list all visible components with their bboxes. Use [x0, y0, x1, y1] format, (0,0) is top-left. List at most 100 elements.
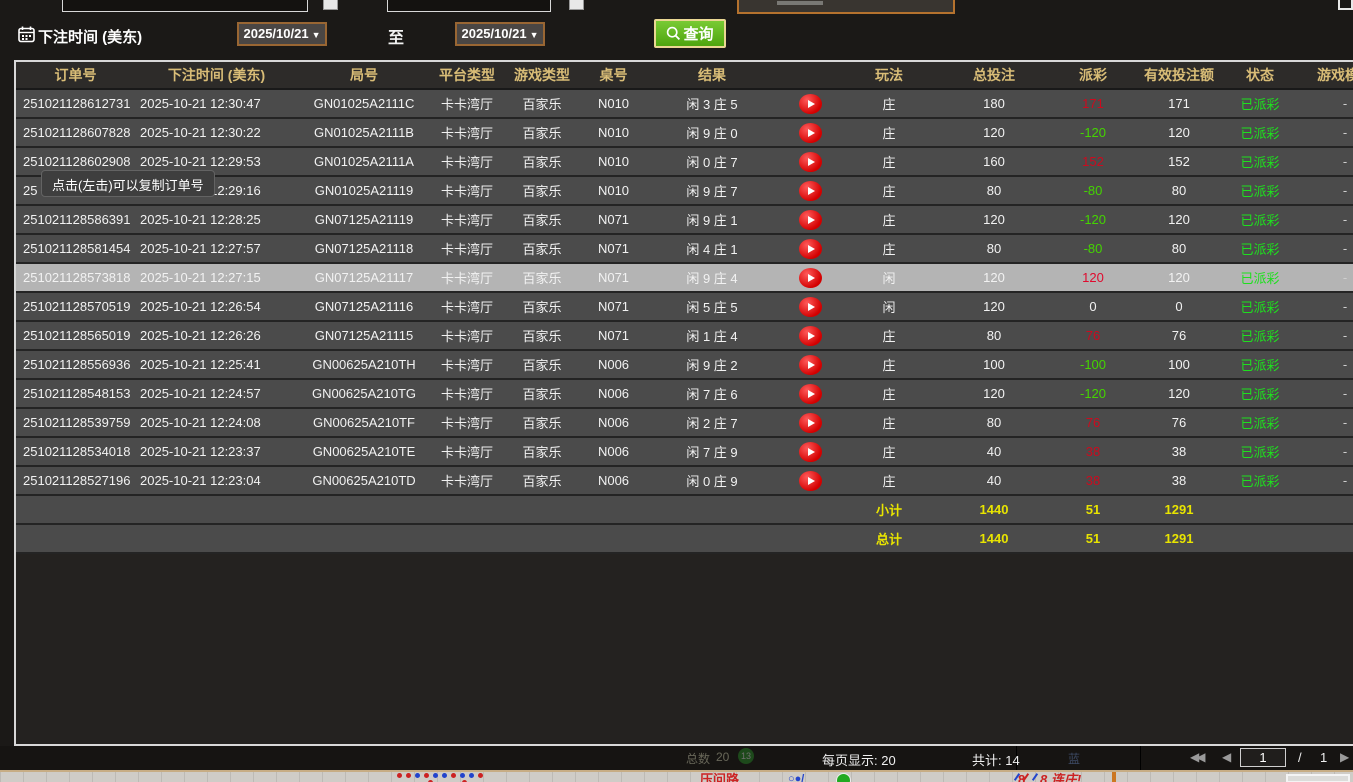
payout-cell: -80	[1053, 183, 1133, 198]
table-no-cell: N010	[580, 125, 647, 140]
order-cell[interactable]: 251021128527196	[16, 473, 135, 488]
platform-cell: 卡卡湾厅	[430, 442, 504, 461]
order-cell[interactable]: 251021128581454	[16, 241, 135, 256]
table-row[interactable]: 2510211285397592025-10-21 12:24:08GN0062…	[16, 409, 1353, 438]
game-type-cell: 百家乐	[504, 123, 580, 142]
table-row[interactable]: 2510211285340182025-10-21 12:23:37GN0062…	[16, 438, 1353, 467]
status-cell: 已派彩	[1225, 442, 1295, 461]
video-play-icon[interactable]	[799, 355, 822, 375]
next-page-button[interactable]: ▶	[1340, 750, 1346, 764]
order-cell[interactable]: 251021128539759	[16, 415, 135, 430]
status-cell: 已派彩	[1225, 239, 1295, 258]
hall-select-cutoff[interactable]	[737, 0, 955, 14]
video-play-icon[interactable]	[799, 152, 822, 172]
page-number-input[interactable]	[1240, 748, 1286, 767]
table-no-cell: N071	[580, 241, 647, 256]
table-row[interactable]: 2510211285481532025-10-21 12:24:57GN0062…	[16, 380, 1353, 409]
game-type-cell: 百家乐	[504, 413, 580, 432]
table-no-cell: N006	[580, 386, 647, 401]
game-type-cell: 百家乐	[504, 326, 580, 345]
play-type-cell: 庄	[843, 355, 935, 374]
play-type-cell: 庄	[843, 442, 935, 461]
table-row[interactable]: 252025-10-21 12:29:16GN01025A21119卡卡湾厅百家…	[16, 177, 1353, 206]
order-cell[interactable]: 251021128570519	[16, 299, 135, 314]
table-row[interactable]: 2510211285863912025-10-21 12:28:25GN0712…	[16, 206, 1353, 235]
table-row[interactable]: 2510211285650192025-10-21 12:26:26GN0712…	[16, 322, 1353, 351]
search-button[interactable]: 查询	[654, 19, 726, 48]
bet-time-cell: 2025-10-21 12:26:54	[135, 299, 298, 314]
bg-streak-label: 8 连庄!	[1040, 772, 1081, 782]
table-row[interactable]: 2510211285271962025-10-21 12:23:04GN0062…	[16, 467, 1353, 496]
valid-bet-cell: 120	[1133, 270, 1225, 285]
order-cell[interactable]: 251021128607828	[16, 125, 135, 140]
table-row[interactable]: 2510211286078282025-10-21 12:30:22GN0102…	[16, 119, 1353, 148]
play-type-cell: 闲	[843, 268, 935, 287]
game-type-cell: 百家乐	[504, 210, 580, 229]
table-row[interactable]: 2510211286029082025-10-21 12:29:53GN0102…	[16, 148, 1353, 177]
bg-green-marker	[836, 773, 851, 782]
video-play-icon[interactable]	[799, 326, 822, 346]
video-play-icon[interactable]	[799, 123, 822, 143]
bg-road-label: 压问路	[700, 772, 739, 782]
platform-cell: 卡卡湾厅	[430, 326, 504, 345]
total-bet-cell: 120	[935, 125, 1053, 140]
chevron-down-icon: ▼	[312, 30, 321, 40]
valid-bet-cell: 120	[1133, 386, 1225, 401]
game-type-cell: 百家乐	[504, 268, 580, 287]
game-mode-cell: -	[1295, 270, 1353, 285]
table-row[interactable]: 2510211285569362025-10-21 12:25:41GN0062…	[16, 351, 1353, 380]
calendar-icon-cutoff-2[interactable]	[569, 0, 584, 10]
column-header: 游戏类型	[504, 65, 580, 85]
order-cell[interactable]: 251021128586391	[16, 212, 135, 227]
calendar-icon-cutoff-1[interactable]	[323, 0, 338, 10]
play-type-cell: 庄	[843, 471, 935, 490]
video-play-icon[interactable]	[799, 297, 822, 317]
date-from-select[interactable]: 2025/10/21▼	[237, 22, 327, 46]
game-no-cell: GN01025A2111A	[298, 154, 430, 169]
order-cell[interactable]: 251021128573818	[16, 270, 135, 285]
first-page-button[interactable]: ◀◀	[1190, 750, 1202, 764]
hall-select-text-fragment	[777, 1, 823, 5]
video-cell	[777, 471, 843, 491]
order-cell[interactable]: 251021128565019	[16, 328, 135, 343]
order-cell[interactable]: 251021128548153	[16, 386, 135, 401]
date-to-select[interactable]: 2025/10/21▼	[455, 22, 545, 46]
platform-cell: 卡卡湾厅	[430, 210, 504, 229]
table-row[interactable]: 2510211286127312025-10-21 12:30:47GN0102…	[16, 90, 1353, 119]
video-play-icon[interactable]	[799, 239, 822, 259]
bg-roadmap-dot	[433, 773, 438, 778]
video-cell	[777, 123, 843, 143]
table-row[interactable]: 2510211285738182025-10-21 12:27:15GN0712…	[16, 264, 1353, 293]
video-play-icon[interactable]	[799, 413, 822, 433]
video-play-icon[interactable]	[799, 181, 822, 201]
date-range-to-label: 至	[388, 24, 404, 48]
video-play-icon[interactable]	[799, 471, 822, 491]
text-input-cutoff-1[interactable]	[62, 0, 308, 12]
status-cell: 已派彩	[1225, 268, 1295, 287]
table-row[interactable]: 2510211285705192025-10-21 12:26:54GN0712…	[16, 293, 1353, 322]
video-play-icon[interactable]	[799, 210, 822, 230]
video-play-icon[interactable]	[799, 268, 822, 288]
video-play-icon[interactable]	[799, 384, 822, 404]
table-header-row: 订单号下注时间 (美东)局号平台类型游戏类型桌号结果玩法总投注派彩有效投注额状态…	[16, 62, 1353, 90]
prev-page-button[interactable]: ◀	[1222, 750, 1228, 764]
table-row[interactable]: 2510211285814542025-10-21 12:27:57GN0712…	[16, 235, 1353, 264]
video-play-icon[interactable]	[799, 94, 822, 114]
valid-bet-cell: 80	[1133, 183, 1225, 198]
status-cell: 已派彩	[1225, 384, 1295, 403]
bet-time-cell: 2025-10-21 12:28:25	[135, 212, 298, 227]
bg-roadmap-slash	[1032, 773, 1038, 781]
video-cell	[777, 442, 843, 462]
video-cell	[777, 413, 843, 433]
order-cell[interactable]: 251021128612731	[16, 96, 135, 111]
order-cell[interactable]: 251021128602908	[16, 154, 135, 169]
video-play-icon[interactable]	[799, 442, 822, 462]
bet-time-cell: 2025-10-21 12:23:04	[135, 473, 298, 488]
filter-bar: 下注时间 (美东) 2025/10/21▼ 至 2025/10/21▼ 查询	[0, 18, 1353, 58]
order-cell[interactable]: 251021128534018	[16, 444, 135, 459]
result-cell: 闲 9 庄 4	[647, 268, 777, 287]
game-type-cell: 百家乐	[504, 384, 580, 403]
order-cell[interactable]: 251021128556936	[16, 357, 135, 372]
bg-roadmap-dot	[406, 773, 411, 778]
text-input-cutoff-2[interactable]	[387, 0, 551, 12]
